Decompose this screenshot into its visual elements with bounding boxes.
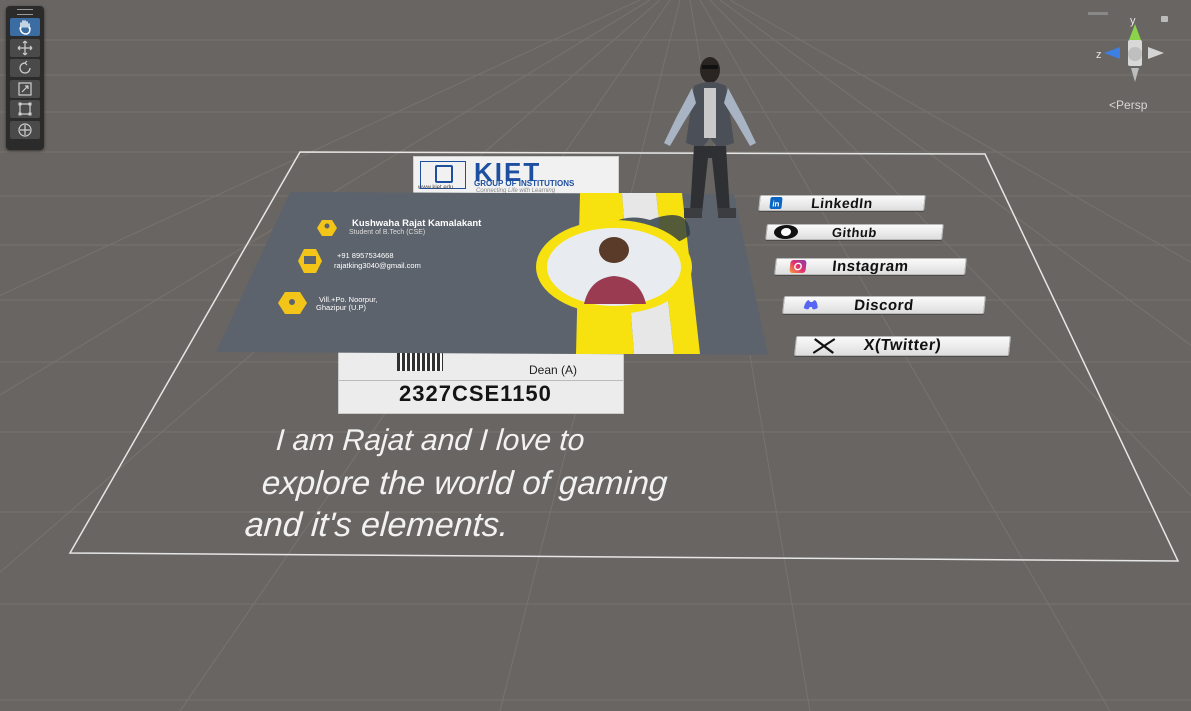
persp-chevron-icon: < [1109,98,1117,112]
instagram-label: Instagram [831,258,910,275]
gizmo-z-label: z [1096,49,1102,61]
hand-tool-button[interactable] [10,18,40,36]
discord-icon [801,299,820,311]
svg-text:in: in [772,200,780,209]
transform-icon [18,122,32,137]
bio-line-3: and it's elements. [243,506,510,544]
github-icon [772,225,799,239]
projection-text: Persp [1116,98,1148,112]
linkedin-button[interactable]: in LinkedIn [758,195,926,211]
discord-button[interactable]: Discord [782,296,986,314]
twitter-button[interactable]: X(Twitter) [793,336,1012,356]
rect-transform-icon [18,102,32,116]
palette-grip-icon[interactable] [6,6,44,18]
gizmo-x-arrow [1148,47,1164,59]
kiet-subtitle: GROUP OF INSTITUTIONS [474,179,575,188]
id-roll-number: 2327CSE1150 [399,381,552,406]
scale-tool-button[interactable] [10,79,40,98]
x-icon [809,338,839,354]
character-model[interactable] [654,48,766,228]
kiet-logo-card: www.kiet.edu KIET GROUP OF INSTITUTIONS … [413,156,619,196]
kiet-url: www.kiet.edu [418,185,454,191]
instagram-icon [787,260,808,273]
discord-label: Discord [853,296,915,314]
kiet-tagline: Connecting Life with Learning [476,188,556,194]
linkedin-icon: in [766,197,785,209]
rotate-icon [19,60,31,74]
gizmo-z-arrow [1104,47,1120,59]
transform-tool-button[interactable] [10,120,40,139]
bio-line-1: I am Rajat and I love to [274,424,586,457]
projection-label[interactable]: <Persp [1109,98,1147,112]
twitter-label: X(Twitter) [862,337,943,354]
rotate-tool-button[interactable] [10,59,40,77]
github-label: Github [831,224,878,240]
id-designation: Dean (A) [529,363,578,377]
tool-palette [6,6,44,150]
move-icon [17,40,33,55]
instagram-button[interactable]: Instagram [774,258,967,275]
id-card: Dean (A) 2327CSE1150 [338,350,624,414]
rect-tool-button[interactable] [10,100,40,118]
linkedin-label: LinkedIn [810,195,874,211]
bio-line-2: explore the world of gaming [260,464,669,501]
move-tool-button[interactable] [10,38,40,57]
hand-icon [19,20,31,35]
scene-viewport[interactable]: www.kiet.edu KIET GROUP OF INSTITUTIONS … [0,0,1191,711]
scale-icon [18,81,32,96]
github-button[interactable]: Github [765,224,944,240]
qr-code-icon [397,353,443,371]
